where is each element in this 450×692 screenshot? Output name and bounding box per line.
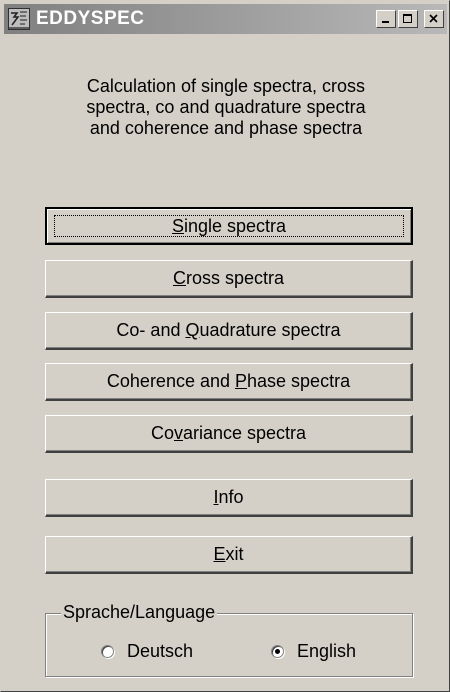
- single-spectra-label: Single spectra: [171, 215, 287, 236]
- close-icon: [429, 14, 438, 23]
- eddyspec-window: EDDYSPEC Calculation of single spectra, …: [0, 0, 450, 692]
- exit-label: Exit: [213, 544, 244, 564]
- close-button[interactable]: [424, 10, 444, 28]
- coherence-phase-spectra-label: Coherence and Phase spectra: [106, 371, 351, 391]
- maximize-icon: [403, 14, 412, 23]
- single-spectra-button[interactable]: Single spectra: [45, 207, 413, 245]
- radio-selected-dot: [275, 649, 280, 654]
- radio-deutsch[interactable]: Deutsch: [101, 641, 193, 662]
- covariance-spectra-button[interactable]: Covariance spectra: [45, 415, 413, 453]
- radio-english[interactable]: English: [271, 641, 356, 662]
- info-button[interactable]: Info: [45, 479, 413, 517]
- co-quadrature-spectra-label: Co- and Quadrature spectra: [116, 320, 341, 340]
- minimize-icon: [382, 21, 389, 23]
- exit-button[interactable]: Exit: [45, 536, 413, 574]
- radio-english-circle[interactable]: [271, 645, 284, 658]
- cross-spectra-button[interactable]: Cross spectra: [45, 260, 413, 298]
- title-bar[interactable]: EDDYSPEC: [4, 4, 447, 34]
- covariance-spectra-label: Covariance spectra: [150, 423, 307, 443]
- minimize-button[interactable]: [376, 10, 396, 28]
- description-text: Calculation of single spectra, cross spe…: [86, 76, 366, 138]
- window-title: EDDYSPEC: [36, 8, 145, 29]
- coherence-phase-spectra-button[interactable]: Coherence and Phase spectra: [45, 363, 413, 401]
- cross-spectra-label: Cross spectra: [172, 268, 285, 288]
- app-icon[interactable]: [8, 8, 30, 30]
- info-label: Info: [213, 487, 244, 507]
- language-group-label: Sprache/Language: [61, 601, 218, 623]
- radio-deutsch-label: Deutsch: [127, 641, 194, 661]
- radio-english-label: English: [297, 641, 357, 661]
- radio-deutsch-circle[interactable]: [101, 645, 114, 658]
- co-quadrature-spectra-button[interactable]: Co- and Quadrature spectra: [45, 312, 413, 350]
- maximize-button[interactable]: [398, 10, 418, 28]
